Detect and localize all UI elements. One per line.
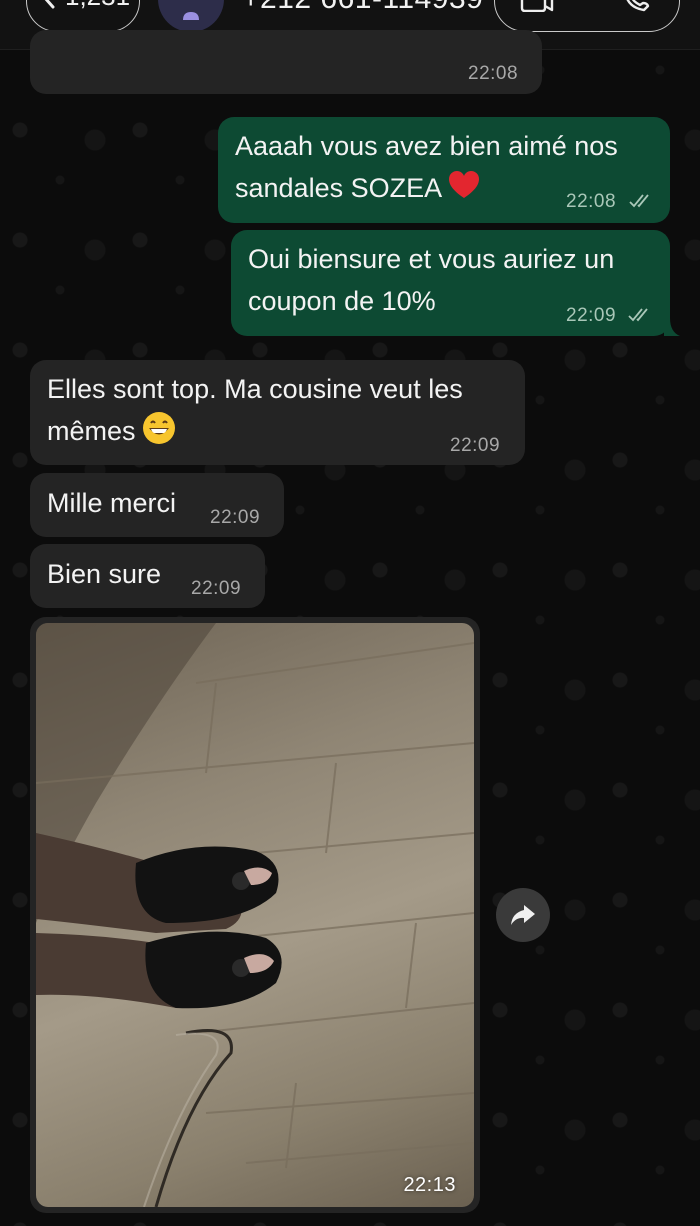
contact-name[interactable]: +212 661-114939 <box>242 0 483 16</box>
message-time: 22:09 <box>210 507 261 528</box>
message-time: 22:13 <box>403 1174 456 1196</box>
message-bubble-incoming[interactable]: 22:08 <box>30 30 542 94</box>
message-time: 22:08 <box>468 63 519 84</box>
message-text: Elles sont top. Ma cousine veut les même… <box>47 374 463 446</box>
double-check-icon <box>629 194 649 208</box>
message-bubble-outgoing[interactable]: Oui biensure et vous auriez un coupon de… <box>231 230 670 336</box>
photo-illustration <box>36 623 474 1207</box>
unread-count: 1,231 <box>65 0 130 9</box>
image-message[interactable]: 22:13 <box>30 617 480 1213</box>
message-bubble-incoming[interactable]: Mille merci 22:09 <box>30 473 284 537</box>
person-icon <box>183 12 199 20</box>
message-text: Bien sure <box>47 559 162 589</box>
message-bubble-outgoing[interactable]: Aaaah vous avez bien aimé nos sandales S… <box>218 117 670 223</box>
message-time: 22:09 <box>566 305 617 326</box>
back-button[interactable]: 1,231 <box>26 0 140 32</box>
message-bubble-incoming[interactable]: Elles sont top. Ma cousine veut les même… <box>30 360 525 465</box>
sandals-photo[interactable]: 22:13 <box>36 623 474 1207</box>
video-camera-icon[interactable] <box>520 0 554 12</box>
double-check-icon <box>628 308 648 322</box>
forward-icon <box>511 905 535 925</box>
red-heart-icon <box>449 171 480 198</box>
bubble-tail <box>664 318 680 336</box>
avatar[interactable] <box>158 0 224 32</box>
message-text: Mille merci <box>47 488 177 518</box>
message-time: 22:09 <box>191 578 242 599</box>
message-time: 22:08 <box>566 191 617 212</box>
message-bubble-incoming[interactable]: Bien sure 22:09 <box>30 544 265 608</box>
phone-icon[interactable] <box>620 0 654 12</box>
message-text: Aaaah vous avez bien aimé nos sandales S… <box>235 131 618 203</box>
message-text: Oui biensure et vous auriez un coupon de… <box>248 244 615 316</box>
back-chevron-icon <box>44 0 55 9</box>
forward-button[interactable] <box>496 888 550 942</box>
grinning-face-icon <box>142 412 175 444</box>
message-time: 22:09 <box>450 435 501 456</box>
